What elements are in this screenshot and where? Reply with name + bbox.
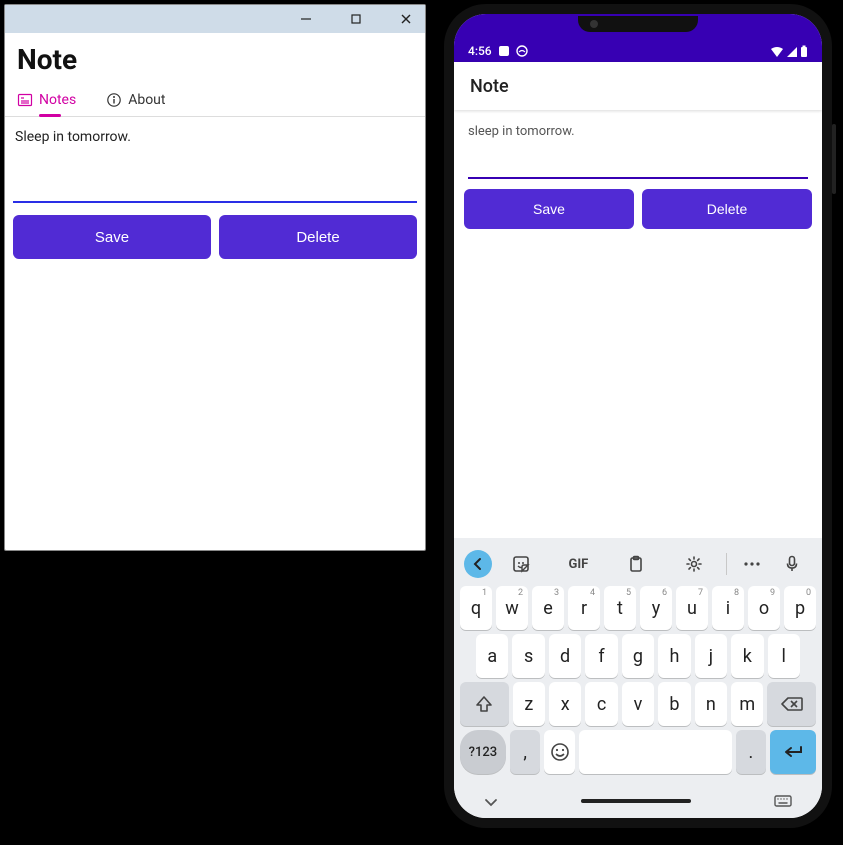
maximize-button[interactable]	[341, 8, 371, 30]
phone-screen: 4:56 Note	[454, 14, 822, 818]
window-titlebar	[5, 5, 425, 33]
button-row: Save Delete	[5, 207, 425, 267]
kb-sticker-icon[interactable]	[492, 555, 550, 573]
kb-key-m[interactable]: m	[731, 682, 763, 726]
save-button[interactable]: Save	[464, 189, 634, 229]
kb-key-c[interactable]: c	[585, 682, 617, 726]
android-nav-bar	[454, 784, 822, 818]
button-row: Save Delete	[454, 179, 822, 229]
kb-key-l[interactable]: l	[768, 634, 800, 678]
nav-home-pill[interactable]	[581, 799, 691, 803]
status-app-icon	[516, 45, 528, 57]
kb-settings-icon[interactable]	[665, 555, 723, 573]
signal-icon	[786, 46, 798, 58]
kb-symbols-key[interactable]: ?123	[460, 730, 506, 774]
wifi-icon	[770, 46, 784, 58]
app-title: Note	[470, 76, 509, 97]
tab-about[interactable]: About	[106, 92, 165, 116]
tabs: Notes About	[5, 80, 425, 117]
kb-back-icon[interactable]	[464, 550, 492, 578]
close-button[interactable]	[391, 8, 421, 30]
kb-key-z[interactable]: z	[513, 682, 545, 726]
kb-row-1: q1w2e3r4t5y6u7i8o9p0	[458, 584, 818, 632]
kb-key-p[interactable]: p0	[784, 586, 816, 630]
kb-key-x[interactable]: x	[549, 682, 581, 726]
soft-keyboard: GIF q1w2e3r4t5y6u7i8o9p0 asdfghjkl	[454, 538, 822, 784]
kb-more-icon[interactable]	[731, 561, 771, 567]
kb-key-y[interactable]: y6	[640, 586, 672, 630]
delete-button[interactable]: Delete	[219, 215, 417, 259]
battery-icon	[800, 45, 808, 58]
kb-key-j[interactable]: j	[695, 634, 727, 678]
status-notification-icon	[498, 45, 510, 57]
delete-button[interactable]: Delete	[642, 189, 812, 229]
kb-key-k[interactable]: k	[731, 634, 763, 678]
kb-mic-icon[interactable]	[772, 555, 812, 573]
kb-key-g[interactable]: g	[622, 634, 654, 678]
kb-row-4: ?123 , .	[458, 728, 818, 776]
kb-key-o[interactable]: o9	[748, 586, 780, 630]
kb-key-r[interactable]: r4	[568, 586, 600, 630]
kb-key-b[interactable]: b	[658, 682, 690, 726]
nav-keyboard-switch-icon[interactable]	[774, 792, 792, 811]
keyboard-toolbar: GIF	[458, 544, 818, 584]
kb-key-i[interactable]: i8	[712, 586, 744, 630]
note-editor-area	[5, 117, 425, 207]
kb-row-3: zxcvbnm	[458, 680, 818, 728]
kb-key-f[interactable]: f	[585, 634, 617, 678]
kb-emoji-key[interactable]	[544, 730, 575, 774]
phone-device: 4:56 Note	[444, 4, 832, 828]
desktop-window: Note Notes About Save Delete	[4, 4, 426, 551]
app-header: Note	[454, 62, 822, 110]
minimize-button[interactable]	[291, 8, 321, 30]
note-editor-area: sleep in tomorrow.	[454, 110, 822, 179]
phone-power-button	[832, 124, 836, 194]
note-input[interactable]: sleep in tomorrow.	[468, 124, 808, 179]
kb-period-key[interactable]: .	[736, 730, 767, 774]
spacer	[454, 229, 822, 538]
kb-key-v[interactable]: v	[622, 682, 654, 726]
kb-key-h[interactable]: h	[658, 634, 690, 678]
nav-collapse-icon[interactable]	[484, 792, 498, 811]
tab-label: Notes	[39, 92, 76, 108]
kb-key-w[interactable]: w2	[496, 586, 528, 630]
kb-enter-key[interactable]	[770, 730, 816, 774]
kb-gif-button[interactable]: GIF	[550, 557, 608, 572]
save-button[interactable]: Save	[13, 215, 211, 259]
kb-key-n[interactable]: n	[695, 682, 727, 726]
kb-key-e[interactable]: e3	[532, 586, 564, 630]
note-input[interactable]	[13, 125, 417, 203]
kb-key-a[interactable]: a	[476, 634, 508, 678]
phone-camera	[590, 20, 598, 28]
page-title: Note	[5, 33, 425, 80]
tab-notes[interactable]: Notes	[17, 92, 76, 116]
info-icon	[106, 92, 122, 108]
kb-clipboard-icon[interactable]	[607, 555, 665, 573]
kb-key-t[interactable]: t5	[604, 586, 636, 630]
tab-label: About	[128, 92, 165, 108]
separator	[726, 553, 727, 575]
kb-row-2: asdfghjkl	[458, 632, 818, 680]
kb-key-u[interactable]: u7	[676, 586, 708, 630]
kb-backspace-key[interactable]	[767, 682, 816, 726]
kb-key-d[interactable]: d	[549, 634, 581, 678]
status-time: 4:56	[468, 44, 492, 58]
kb-space-key[interactable]	[579, 730, 732, 774]
kb-key-s[interactable]: s	[512, 634, 544, 678]
kb-comma-key[interactable]: ,	[510, 730, 541, 774]
notes-icon	[17, 92, 33, 108]
kb-key-q[interactable]: q1	[460, 586, 492, 630]
kb-shift-key[interactable]	[460, 682, 509, 726]
